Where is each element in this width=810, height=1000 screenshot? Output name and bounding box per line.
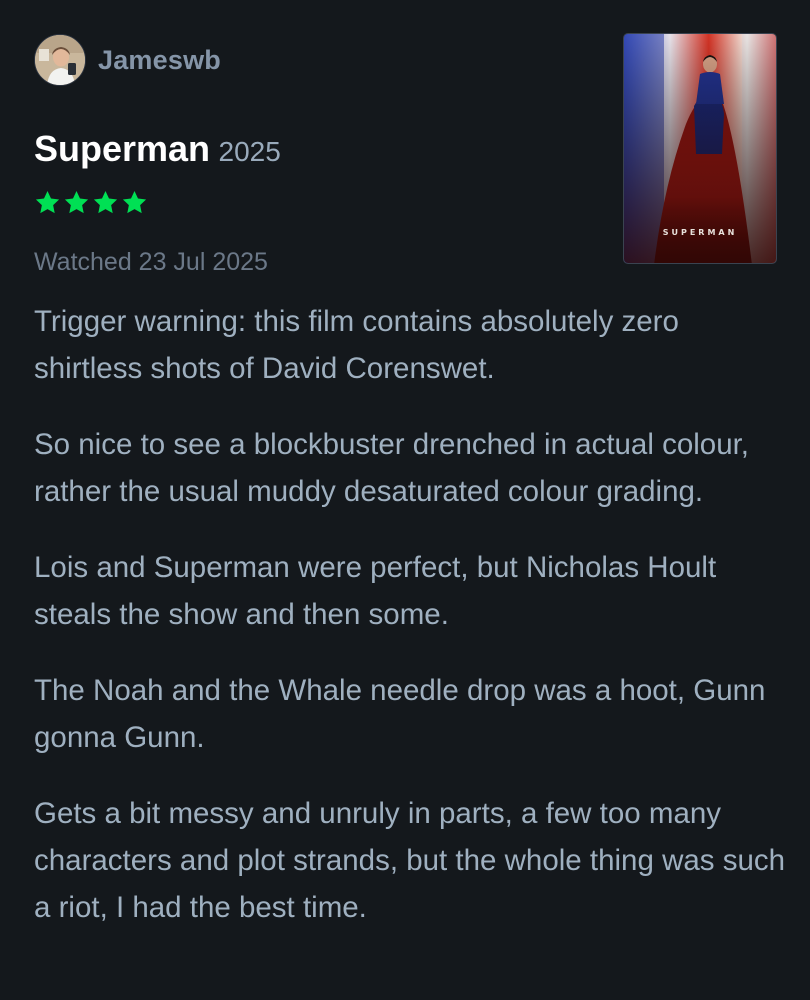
review-paragraph: Trigger warning: this film contains abso… [34, 305, 679, 385]
star-icon [93, 191, 118, 214]
review-paragraph: Gets a bit messy and unruly in parts, a … [34, 797, 786, 924]
poster-title: SUPERMAN [662, 228, 738, 237]
watched-date: Watched 23 Jul 2025 [34, 248, 268, 276]
star-icon [122, 191, 147, 214]
star-rating [34, 189, 148, 216]
review-paragraph: The Noah and the Whale needle drop was a… [34, 674, 766, 754]
review-body: Trigger warning: this film contains abso… [34, 298, 794, 960]
film-heading: Superman 2025 [34, 128, 281, 170]
film-title-link[interactable]: Superman [34, 128, 210, 169]
reviewer-header[interactable]: Jameswb [34, 34, 221, 86]
review-paragraph: So nice to see a blockbuster drenched in… [34, 428, 750, 508]
star-icon [35, 191, 60, 214]
user-avatar-icon [35, 35, 85, 85]
username-link[interactable]: Jameswb [98, 45, 221, 76]
avatar[interactable] [34, 34, 86, 86]
film-year-link[interactable]: 2025 [219, 136, 281, 167]
star-icon [64, 191, 89, 214]
review-paragraph: Lois and Superman were perfect, but Nich… [34, 551, 717, 631]
film-poster[interactable]: SUPERMAN [623, 33, 777, 264]
